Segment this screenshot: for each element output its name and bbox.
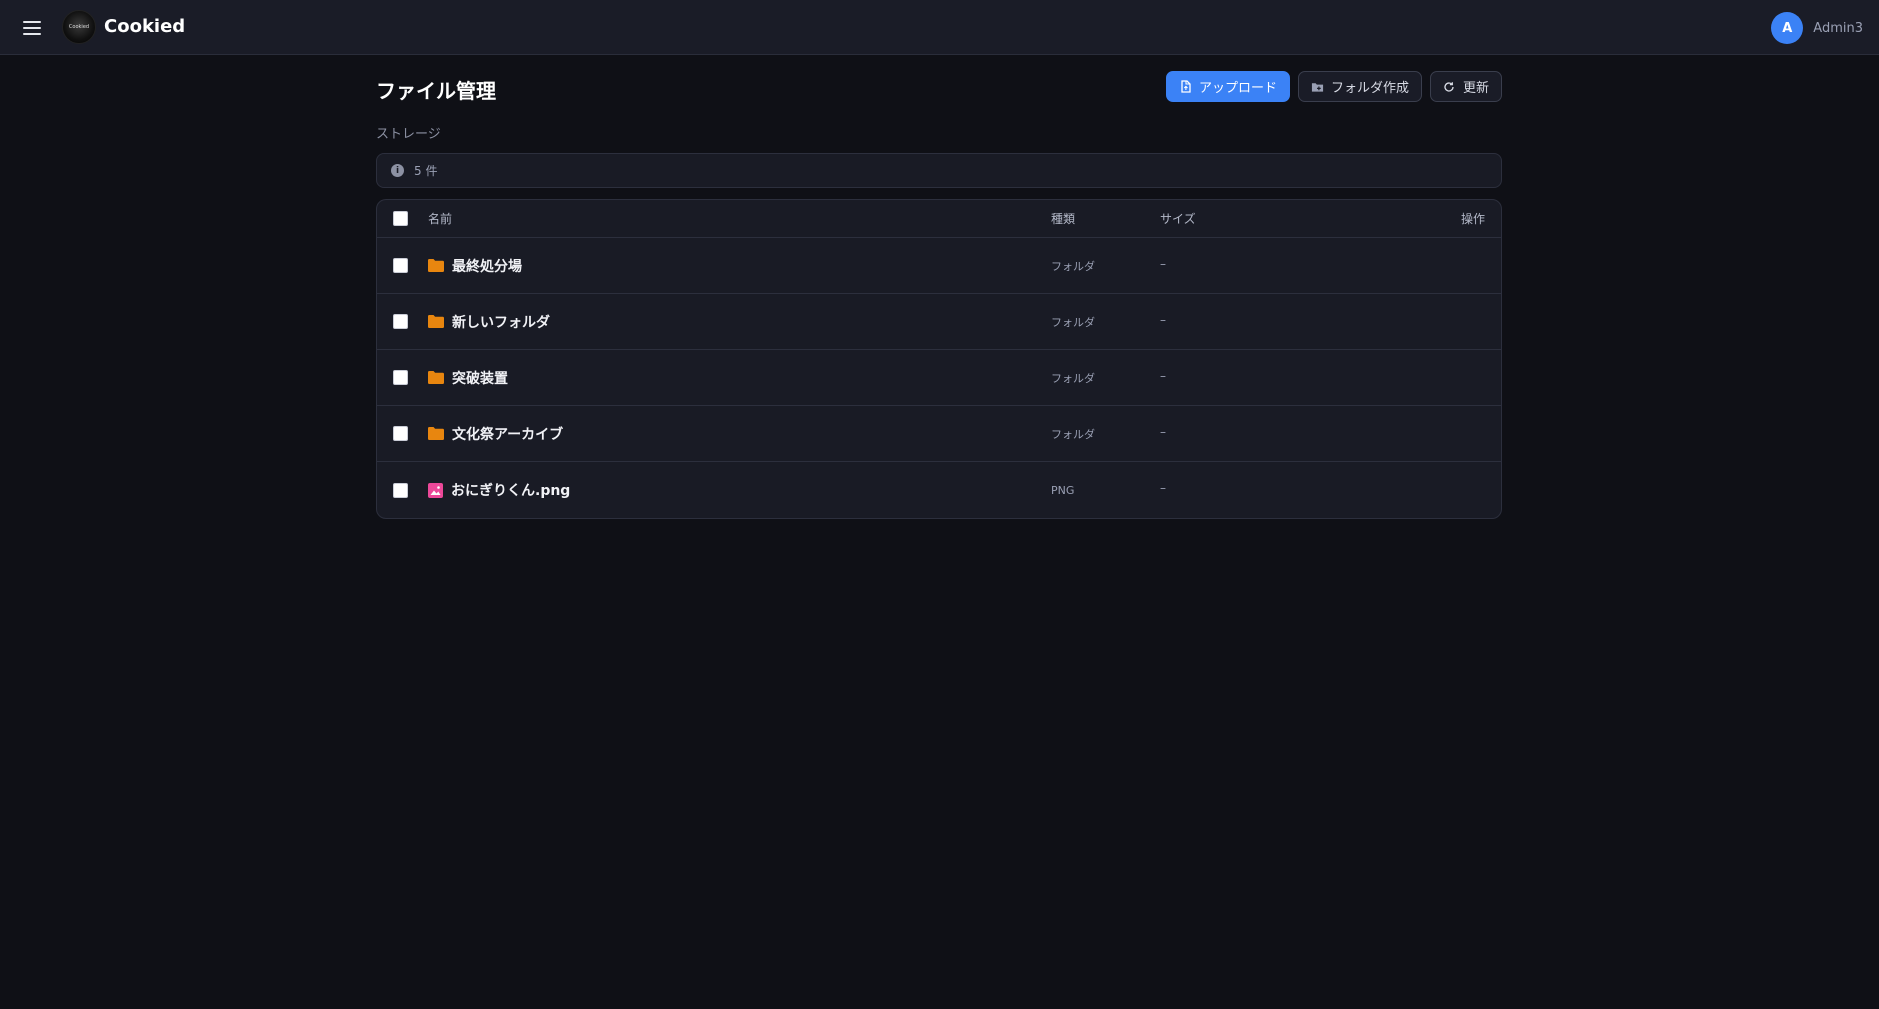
user-menu[interactable]: A Admin3 xyxy=(1771,12,1863,44)
folder-icon xyxy=(428,427,444,440)
toolbar: アップロード フォルダ作成 更新 xyxy=(1165,71,1502,102)
username[interactable]: Admin3 xyxy=(1813,21,1863,36)
column-header-actions: 操作 xyxy=(1460,212,1485,226)
refresh-icon xyxy=(1443,80,1456,93)
hamburger-menu-icon[interactable] xyxy=(20,16,44,40)
file-size: – xyxy=(1160,425,1166,439)
file-name-cell[interactable]: 文化祭アーカイブ xyxy=(428,424,563,444)
table-row[interactable]: おにぎりくん.png PNG – xyxy=(377,462,1501,518)
logo-text: Cookied xyxy=(68,24,90,30)
file-name: おにぎりくん.png xyxy=(451,483,571,499)
item-count-bar: i 5 件 xyxy=(376,153,1502,188)
refresh-button[interactable]: 更新 xyxy=(1429,71,1502,102)
file-size: – xyxy=(1160,257,1166,271)
file-type: フォルダ xyxy=(1051,315,1095,329)
create-folder-button-label: フォルダ作成 xyxy=(1330,81,1409,96)
info-icon: i xyxy=(391,164,404,177)
file-name-cell[interactable]: 突破装置 xyxy=(428,368,508,388)
row-checkbox[interactable] xyxy=(393,482,408,498)
file-name-cell[interactable]: おにぎりくん.png xyxy=(428,480,570,500)
file-name-cell[interactable]: 新しいフォルダ xyxy=(428,312,550,332)
folder-icon xyxy=(428,371,444,384)
app-title[interactable]: Cookied xyxy=(104,16,185,37)
file-name-cell[interactable]: 最終処分場 xyxy=(428,256,522,276)
file-type: フォルダ xyxy=(1051,427,1095,441)
folder-icon xyxy=(428,259,444,272)
file-size: – xyxy=(1160,313,1166,327)
upload-button[interactable]: アップロード xyxy=(1165,71,1290,102)
top-bar: Cookied Cookied A Admin3 xyxy=(0,0,1879,55)
file-upload-icon xyxy=(1179,80,1192,93)
folder-icon xyxy=(428,315,444,328)
column-header-name[interactable]: 名前 xyxy=(428,210,452,227)
table-row[interactable]: 新しいフォルダ フォルダ – xyxy=(377,294,1501,350)
column-header-size[interactable]: サイズ xyxy=(1160,210,1196,227)
file-size: – xyxy=(1160,481,1166,495)
page-title: ファイル管理 xyxy=(376,79,496,103)
item-count: 5 件 xyxy=(414,164,438,178)
table-row[interactable]: 文化祭アーカイブ フォルダ – xyxy=(377,406,1501,462)
file-name: 突破装置 xyxy=(452,370,508,387)
breadcrumb[interactable]: ストレージ xyxy=(376,123,441,142)
table-row[interactable]: 最終処分場 フォルダ – xyxy=(377,238,1501,294)
file-size: – xyxy=(1160,369,1166,383)
avatar[interactable]: A xyxy=(1771,12,1804,44)
refresh-button-label: 更新 xyxy=(1462,81,1489,96)
file-table: 名前 種類 サイズ 操作 最終処分場 フォルダ – 新しいフォルダ フォルダ – xyxy=(376,199,1502,519)
file-type: PNG xyxy=(1051,483,1075,497)
file-name: 最終処分場 xyxy=(452,258,522,275)
app-logo[interactable]: Cookied xyxy=(62,10,96,44)
image-icon xyxy=(428,482,443,498)
create-folder-button[interactable]: フォルダ作成 xyxy=(1297,71,1422,102)
file-type: フォルダ xyxy=(1051,371,1095,385)
file-name: 文化祭アーカイブ xyxy=(452,426,564,443)
folder-plus-icon xyxy=(1311,80,1324,93)
select-all-checkbox[interactable] xyxy=(393,211,408,226)
column-header-type[interactable]: 種類 xyxy=(1051,210,1075,227)
row-checkbox[interactable] xyxy=(393,314,408,329)
file-name: 新しいフォルダ xyxy=(452,314,550,331)
table-row[interactable]: 突破装置 フォルダ – xyxy=(377,350,1501,406)
row-checkbox[interactable] xyxy=(393,258,408,273)
file-type: フォルダ xyxy=(1051,259,1095,273)
upload-button-label: アップロード xyxy=(1198,81,1277,96)
row-checkbox[interactable] xyxy=(393,426,408,441)
row-checkbox[interactable] xyxy=(393,370,408,385)
table-header: 名前 種類 サイズ 操作 xyxy=(377,200,1501,238)
